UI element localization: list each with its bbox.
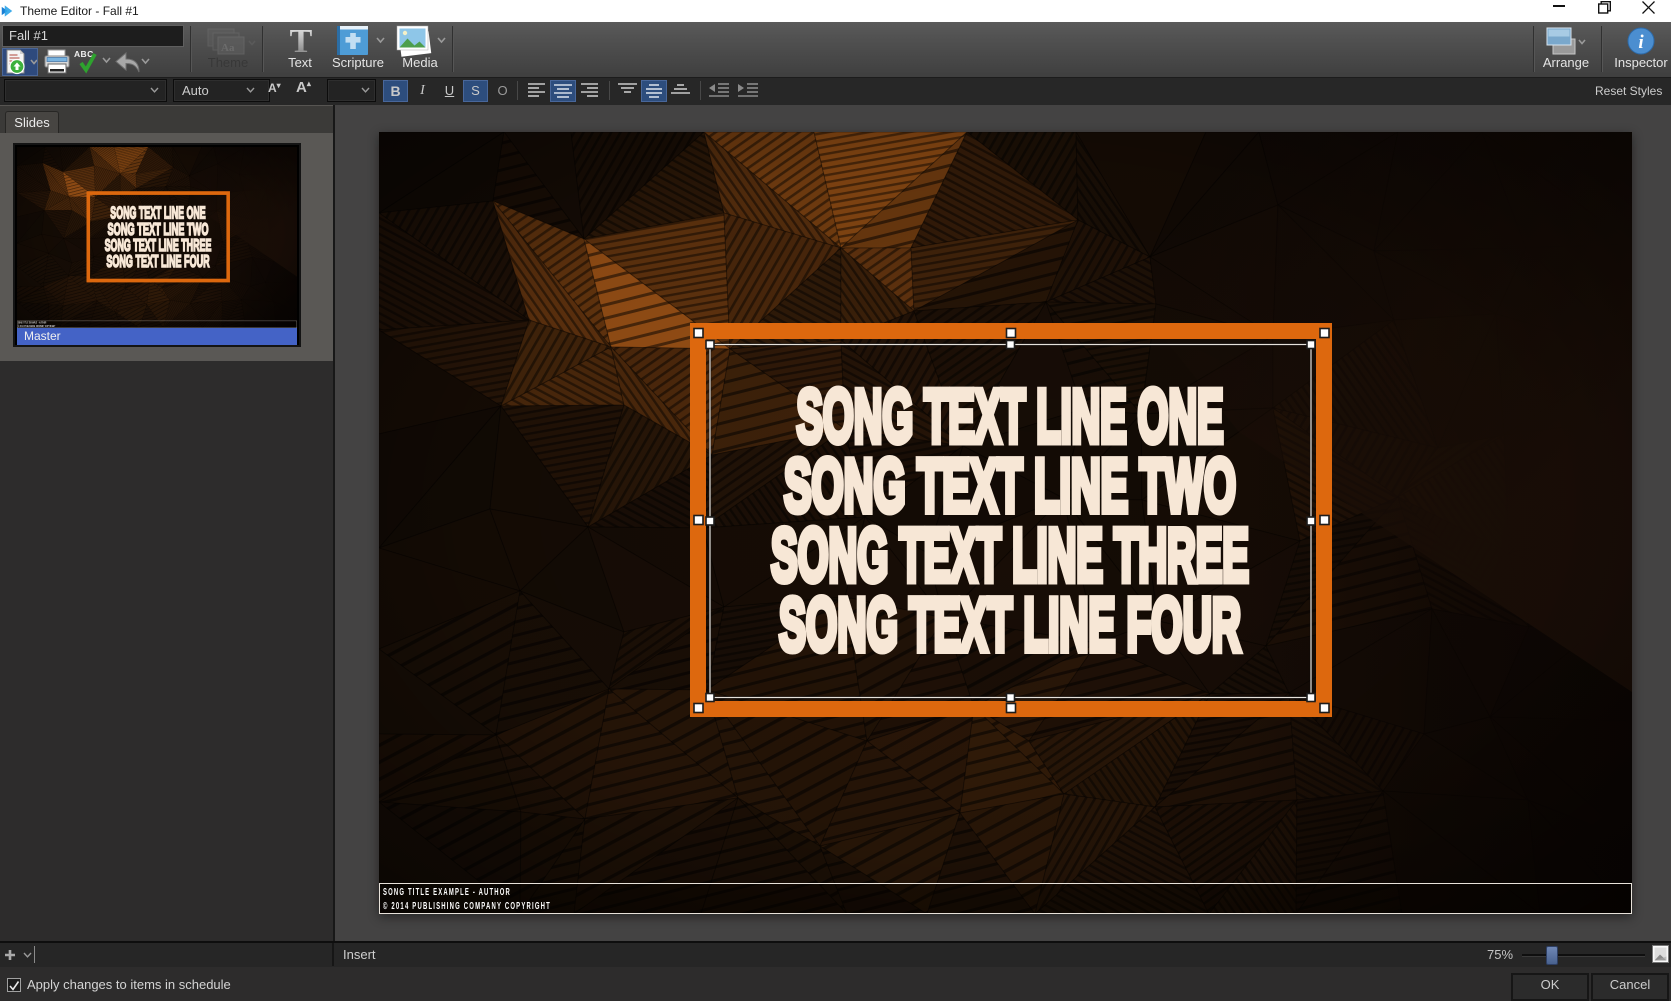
svg-text:i: i — [1638, 32, 1644, 53]
svg-text:ABC: ABC — [74, 49, 94, 59]
svg-text:Aa: Aa — [221, 42, 235, 54]
svg-text:T: T — [290, 26, 313, 55]
